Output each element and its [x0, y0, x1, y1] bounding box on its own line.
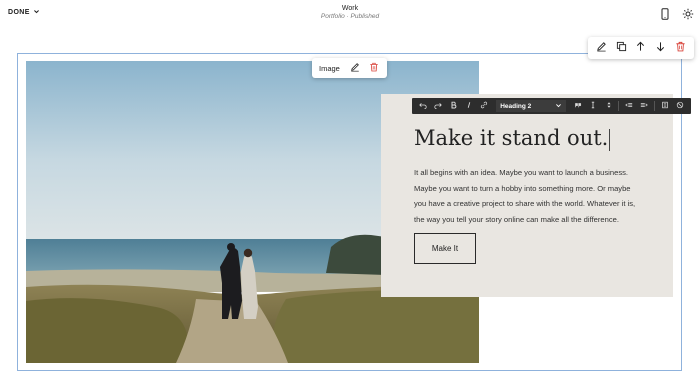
block-style-select[interactable]: Heading 2 [496, 100, 566, 112]
chevron-down-icon [555, 102, 562, 111]
block-style-value: Heading 2 [500, 102, 532, 110]
move-down-icon [655, 39, 666, 57]
bold-button[interactable] [446, 98, 461, 114]
unlink-icon [676, 101, 684, 111]
settings-icon [682, 7, 694, 24]
make-it-button-label: Make It [431, 244, 459, 253]
move-section-up-button[interactable] [635, 39, 647, 57]
image-block-toolbar: Image [312, 58, 387, 78]
toolbar-divider [654, 101, 656, 111]
section-body-text[interactable]: It all begins with an idea. Maybe you wa… [414, 165, 644, 227]
delete-image-button[interactable] [369, 62, 380, 74]
redo-button[interactable] [430, 98, 445, 114]
edit-icon [596, 39, 607, 57]
sort-icon [605, 101, 613, 111]
page-title-group: Work Portfolio · Published [0, 5, 700, 20]
mobile-preview-button[interactable] [659, 7, 671, 20]
undo-icon [418, 101, 427, 111]
mobile-icon [659, 7, 671, 24]
quote-icon [574, 101, 582, 111]
delete-icon [369, 59, 379, 77]
rich-text-toolbar: Heading 2 [412, 98, 691, 114]
image-block-label: Image [319, 63, 340, 73]
editor-top-bar: DONE Work Portfolio · Published [0, 0, 700, 28]
toolbar-divider [618, 101, 620, 111]
move-up-icon [635, 39, 646, 57]
text-cursor [609, 128, 611, 151]
page-title: Work [341, 5, 359, 12]
indent-icon [640, 101, 649, 111]
undo-button[interactable] [415, 98, 430, 114]
redo-icon [434, 101, 442, 111]
outdent-icon [625, 101, 633, 111]
link-button[interactable] [477, 98, 492, 114]
clear-format-icon [661, 101, 669, 111]
page-status: Portfolio · Published [320, 13, 380, 20]
duplicate-icon [616, 39, 627, 57]
edit-section-button[interactable] [596, 42, 608, 54]
move-section-down-button[interactable] [655, 42, 667, 54]
italic-icon [465, 101, 473, 111]
section-heading[interactable]: Make it stand out. [414, 126, 611, 151]
more-options-button[interactable] [585, 98, 600, 114]
section-heading-text: Make it stand out. [414, 126, 609, 150]
quote-button[interactable] [570, 98, 585, 114]
outdent-button[interactable] [621, 98, 636, 114]
section-toolbar [588, 37, 694, 59]
delete-icon [675, 39, 686, 57]
delete-section-button[interactable] [674, 39, 686, 57]
site-settings-button[interactable] [682, 7, 694, 20]
link-icon [480, 101, 488, 111]
duplicate-section-button[interactable] [615, 39, 627, 57]
sort-button[interactable] [601, 98, 616, 114]
edit-image-button[interactable] [350, 62, 361, 74]
clear-format-button[interactable] [657, 98, 672, 114]
more-icon [589, 101, 597, 111]
bold-icon [450, 101, 458, 111]
unlink-button[interactable] [673, 98, 688, 114]
indent-button[interactable] [637, 98, 652, 114]
italic-button[interactable] [461, 98, 476, 114]
edit-icon [350, 59, 360, 77]
make-it-button[interactable]: Make It [414, 233, 476, 264]
